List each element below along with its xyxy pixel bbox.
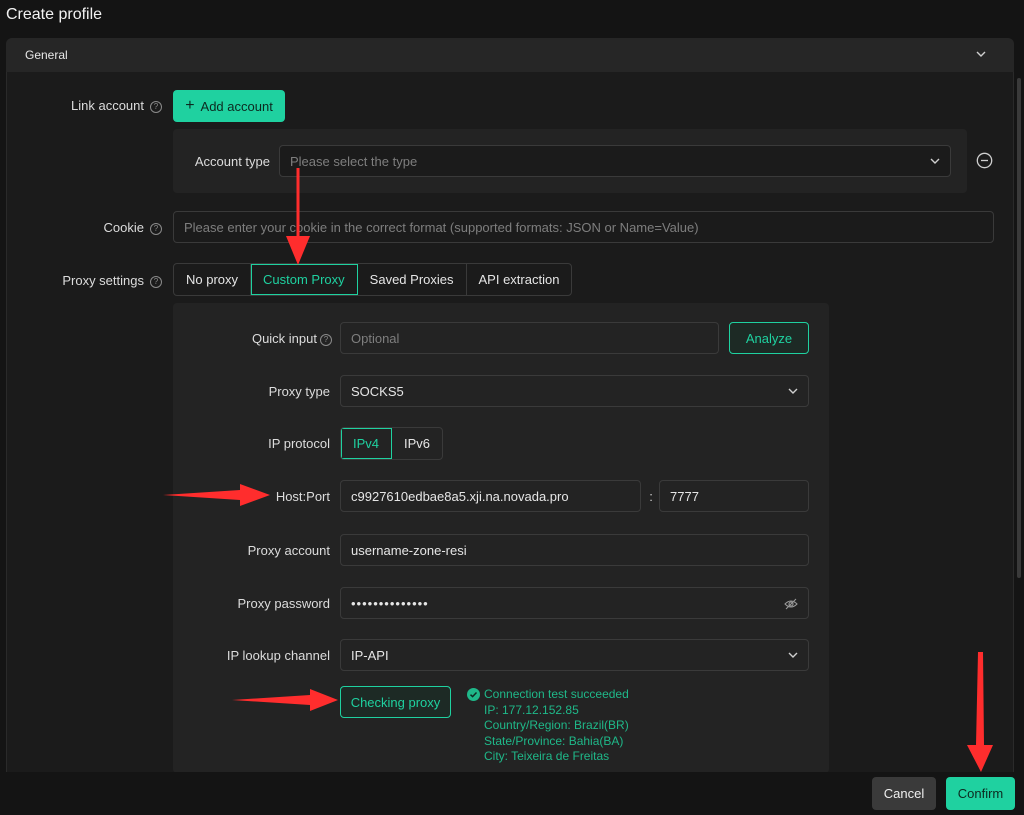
proxy-account-value: username-zone-resi <box>351 542 467 558</box>
check-circle-icon <box>467 688 480 701</box>
plus-icon: + <box>185 97 195 114</box>
quick-input-label: Quick input <box>251 331 317 346</box>
host-port-separator: : <box>649 489 653 504</box>
proxy-settings-label: Proxy settings <box>62 273 144 288</box>
quick-input-row-label: Quick input? <box>190 331 332 346</box>
proxy-password-input[interactable]: •••••••••••••• <box>340 587 809 619</box>
cookie-label: Cookie <box>103 220 144 235</box>
host-value: c9927610edbae8a5.xji.na.novada.pro <box>351 488 569 504</box>
cookie-placeholder: Please enter your cookie in the correct … <box>184 219 699 235</box>
ipv4-option[interactable]: IPv4 <box>341 428 393 459</box>
proxy-type-select[interactable]: SOCKS5 <box>340 375 809 407</box>
cookie-row-label: Cookie? <box>30 220 162 235</box>
chevron-down-icon <box>788 388 798 394</box>
chevron-down-icon <box>788 652 798 658</box>
proxy-type-value: SOCKS5 <box>351 383 404 399</box>
confirm-button[interactable]: Confirm <box>946 777 1015 810</box>
ip-protocol-toggle: IPv4 IPv6 <box>340 427 444 460</box>
result-state: State/Province: Bahia(BA) <box>484 733 624 748</box>
link-account-row-label: Link account? <box>30 98 162 113</box>
general-section-header[interactable]: General <box>6 38 1014 72</box>
dialog-footer <box>0 772 1024 815</box>
proxy-password-value: •••••••••••••• <box>351 595 429 611</box>
tab-custom-proxy[interactable]: Custom Proxy <box>251 264 358 295</box>
proxy-settings-row-label: Proxy settings? <box>30 273 162 288</box>
host-port-label: Host:Port <box>275 489 330 504</box>
checking-proxy-button[interactable]: Checking proxy <box>340 686 451 718</box>
result-ip: IP: 177.12.152.85 <box>484 702 579 717</box>
host-input[interactable]: c9927610edbae8a5.xji.na.novada.pro <box>340 480 641 512</box>
proxy-password-label: Proxy password <box>237 596 330 611</box>
port-value: 7777 <box>670 488 699 504</box>
ip-lookup-select[interactable]: IP-API <box>340 639 809 671</box>
proxy-account-label: Proxy account <box>247 543 330 558</box>
account-type-placeholder: Please select the type <box>290 153 418 169</box>
proxy-account-input[interactable]: username-zone-resi <box>340 534 809 566</box>
ip-lookup-label: IP lookup channel <box>226 648 330 663</box>
quick-input-field[interactable]: Optional <box>340 322 719 354</box>
tab-api-extraction[interactable]: API extraction <box>467 264 572 295</box>
remove-circle-icon[interactable] <box>976 152 993 169</box>
result-city: City: Teixeira de Freitas <box>484 749 610 763</box>
quick-input-placeholder: Optional <box>351 330 400 346</box>
scrollbar[interactable] <box>1017 78 1021 578</box>
ip-protocol-label: IP protocol <box>268 436 330 451</box>
chevron-down-icon <box>930 158 940 164</box>
proxy-type-label: Proxy type <box>268 384 330 399</box>
help-icon[interactable]: ? <box>150 101 162 113</box>
result-country: Country/Region: Brazil(BR) <box>484 718 629 732</box>
help-icon[interactable]: ? <box>320 334 332 346</box>
dialog-title: Create profile <box>6 6 103 23</box>
proxy-settings-tabs: No proxy Custom Proxy Saved Proxies API … <box>173 263 573 296</box>
link-account-label: Link account <box>71 98 144 113</box>
add-account-label: Add account <box>200 98 273 114</box>
help-icon[interactable]: ? <box>150 223 162 235</box>
account-type-label: Account type <box>194 154 270 169</box>
ip-lookup-value: IP-API <box>351 647 389 663</box>
general-label: General <box>25 48 68 62</box>
tab-saved-proxies[interactable]: Saved Proxies <box>358 264 467 295</box>
chevron-down-icon[interactable] <box>974 47 988 61</box>
connection-status: Connection test succeeded IP: 177.12.152… <box>484 687 824 765</box>
add-account-button[interactable]: + Add account <box>173 90 285 122</box>
cancel-button[interactable]: Cancel <box>872 777 936 810</box>
port-input[interactable]: 7777 <box>659 480 809 512</box>
tab-no-proxy[interactable]: No proxy <box>174 264 252 295</box>
eye-off-icon[interactable] <box>784 598 798 610</box>
account-type-select[interactable]: Please select the type <box>279 145 951 177</box>
help-icon[interactable]: ? <box>150 276 162 288</box>
analyze-button[interactable]: Analyze <box>729 322 809 354</box>
ipv6-option[interactable]: IPv6 <box>392 428 442 459</box>
connection-result: Connection test succeeded <box>484 687 629 701</box>
cookie-input[interactable]: Please enter your cookie in the correct … <box>173 211 994 243</box>
